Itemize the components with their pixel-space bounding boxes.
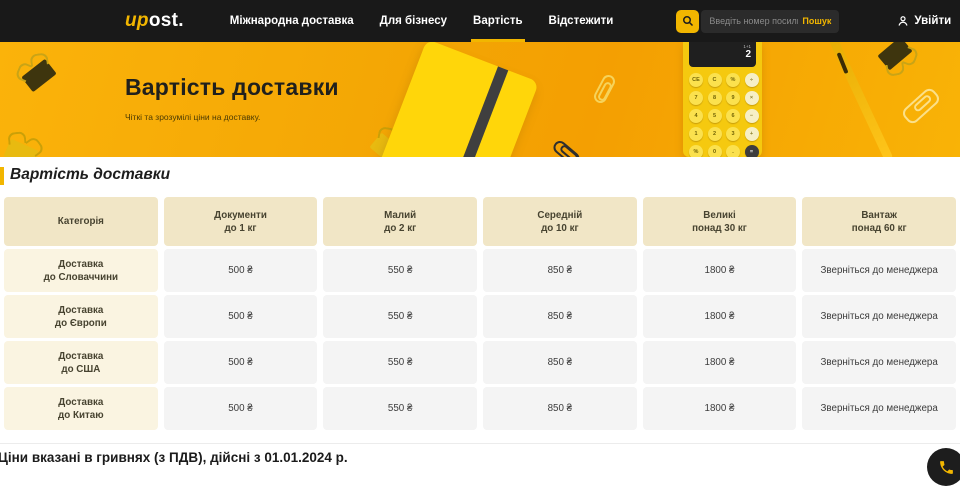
category-cell: Доставка до Словаччини [4, 249, 158, 292]
calculator-key[interactable]: 3 [726, 127, 740, 141]
login-label: Увійти [914, 15, 951, 27]
column-header: Малий до 2 кг [323, 197, 477, 246]
logo-part-yellow: up [125, 10, 149, 31]
paperclip-icon [900, 86, 942, 126]
calculator-key[interactable]: 8 [708, 91, 722, 105]
calculator-key[interactable]: . [726, 145, 740, 157]
column-header: Категорія [4, 197, 158, 246]
top-navbar: upost. Міжнародна доставкаДля бізнесуВар… [0, 0, 960, 42]
calculator-key[interactable]: 1 [689, 127, 703, 141]
nav-item-international-delivery[interactable]: Міжнародна доставка [217, 0, 367, 42]
calculator-key[interactable]: CE [689, 73, 703, 87]
price-cell: 850 ₴ [483, 387, 637, 430]
nav-item-tracking[interactable]: Відстежити [536, 0, 627, 42]
price-cell: 500 ₴ [164, 249, 318, 292]
login-button[interactable]: Увійти [897, 15, 951, 27]
binder-clip-icon [21, 59, 56, 92]
category-cell: Доставка до Китаю [4, 387, 158, 430]
user-icon [897, 15, 909, 27]
logo-part-white: ost. [149, 10, 184, 31]
search-field: Пошук [701, 10, 839, 33]
price-cell: Зверніться до менеджера [802, 341, 956, 384]
calculator-key[interactable]: − [745, 109, 759, 123]
binder-clip-icon [877, 42, 912, 70]
nav-item-pricing[interactable]: Вартість [460, 0, 536, 42]
price-table: КатегоріяДокументи до 1 кгМалий до 2 кгС… [4, 197, 956, 430]
notebook-icon [377, 42, 539, 157]
price-cell: 850 ₴ [483, 341, 637, 384]
upost-logo[interactable]: upost. [125, 10, 184, 32]
hero-text: Вартість доставки Чіткі та зрозумілі цін… [125, 74, 339, 122]
price-cell: 500 ₴ [164, 341, 318, 384]
calculator-key[interactable]: 0 [708, 145, 722, 157]
search-group: Пошук [676, 10, 839, 33]
calculator-key[interactable]: + [745, 127, 759, 141]
calculator-key[interactable]: ÷ [745, 73, 759, 87]
price-cell: Зверніться до менеджера [802, 249, 956, 292]
search-submit-button[interactable]: Пошук [802, 16, 831, 26]
calculator-key[interactable]: × [745, 91, 759, 105]
footer-divider [0, 443, 960, 444]
calculator-key[interactable]: 2 [708, 127, 722, 141]
calculator-keys: CE C% ÷ 789 × 456− 123 +% 0. = [689, 73, 759, 157]
price-cell: 1800 ₴ [643, 249, 797, 292]
calculator-key[interactable]: 5 [708, 109, 722, 123]
hero-title: Вартість доставки [125, 74, 339, 101]
calculator-key[interactable]: 4 [689, 109, 703, 123]
calculator-key[interactable]: % [689, 145, 703, 157]
nav-items: Міжнародна доставкаДля бізнесуВартістьВі… [217, 0, 627, 42]
column-header: Великі понад 30 кг [643, 197, 797, 246]
category-cell: Доставка до США [4, 341, 158, 384]
hero-subtitle: Чіткі та зрозумілі ціни на доставку. [125, 112, 339, 122]
price-cell: 1800 ₴ [643, 295, 797, 338]
calculator-key[interactable]: 9 [726, 91, 740, 105]
price-cell: 550 ₴ [323, 341, 477, 384]
phone-icon [938, 459, 955, 476]
hero-banner: 1+1 2 CEC%÷789×456−123+%0.= Вартість дос… [0, 42, 960, 157]
footer-note: Ціни вказані в гривнях (з ПДВ), дійсні з… [0, 450, 348, 465]
price-cell: 550 ₴ [323, 249, 477, 292]
calculator-key[interactable]: = [745, 145, 759, 157]
calculator-icon: 1+1 2 CEC%÷789×456−123+%0.= [683, 42, 762, 157]
price-cell: Зверніться до менеджера [802, 387, 956, 430]
calculator-key[interactable]: % [726, 73, 740, 87]
price-cell: 850 ₴ [483, 249, 637, 292]
calculator-value: 2 [694, 49, 751, 60]
calculator-key[interactable]: 7 [689, 91, 703, 105]
paperclip-icon [551, 138, 582, 157]
section-title: Вартість доставки [0, 166, 960, 184]
search-icon [682, 15, 694, 27]
nav-item-for-business[interactable]: Для бізнесу [367, 0, 460, 42]
column-header: Вантаж понад 60 кг [802, 197, 956, 246]
price-cell: 550 ₴ [323, 387, 477, 430]
binder-clip-icon [3, 139, 38, 157]
search-icon-button[interactable] [676, 10, 699, 33]
price-cell: 1800 ₴ [643, 387, 797, 430]
calculator-key[interactable]: 6 [726, 109, 740, 123]
price-cell: 500 ₴ [164, 295, 318, 338]
phone-fab-button[interactable] [927, 448, 960, 486]
calculator-screen: 1+1 2 [689, 42, 756, 67]
calculator-key[interactable]: C [708, 73, 722, 87]
price-cell: 500 ₴ [164, 387, 318, 430]
price-cell: 1800 ₴ [643, 341, 797, 384]
category-cell: Доставка до Європи [4, 295, 158, 338]
column-header: Середній до 10 кг [483, 197, 637, 246]
paperclip-icon [592, 73, 618, 106]
search-input[interactable] [709, 16, 798, 26]
price-cell: 550 ₴ [323, 295, 477, 338]
price-cell: Зверніться до менеджера [802, 295, 956, 338]
notebook-band [446, 61, 511, 157]
column-header: Документи до 1 кг [164, 197, 318, 246]
price-cell: 850 ₴ [483, 295, 637, 338]
